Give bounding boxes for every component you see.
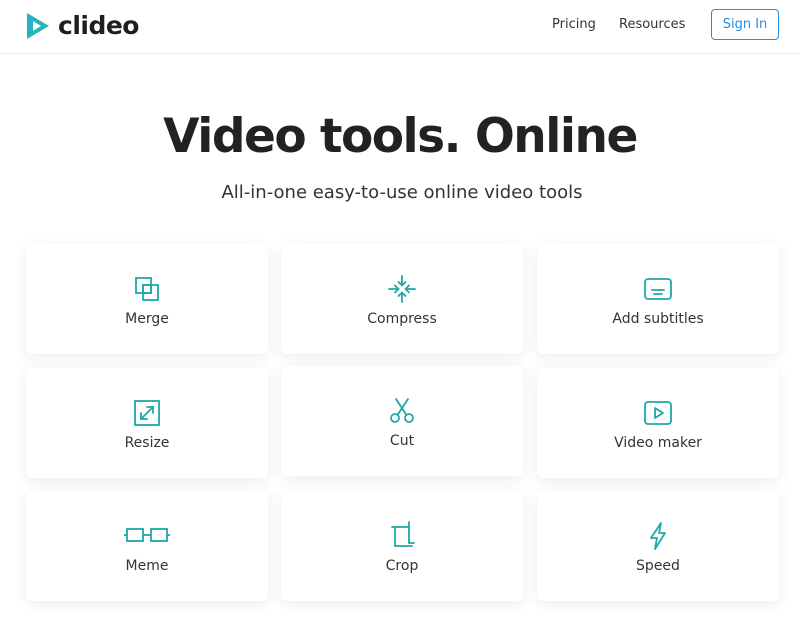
nav-pricing-link[interactable]: Pricing [552, 16, 596, 34]
tool-card-merge[interactable]: Merge [26, 244, 268, 354]
tool-label: Crop [385, 558, 419, 574]
tool-label: Resize [124, 435, 170, 451]
top-header: clideo Pricing Resources Sign In [0, 0, 800, 54]
crop-icon [387, 521, 417, 551]
tool-label: Add subtitles [612, 311, 704, 327]
nav-resources-link[interactable]: Resources [619, 16, 685, 34]
tool-card-meme[interactable]: Meme [26, 491, 268, 601]
tool-card-crop[interactable]: Crop [281, 491, 523, 601]
resize-icon [132, 398, 162, 428]
compress-icon [387, 274, 417, 304]
tool-label: Compress [367, 311, 437, 327]
lightning-icon [643, 521, 673, 551]
tool-card-video-maker[interactable]: Video maker [537, 368, 779, 478]
tool-label: Video maker [614, 435, 702, 451]
tool-label: Cut [389, 433, 415, 449]
tool-label: Speed [636, 558, 680, 574]
tool-card-speed[interactable]: Speed [537, 491, 779, 601]
tool-card-resize[interactable]: Resize [26, 368, 268, 478]
play-icon [643, 398, 673, 428]
logo-text: clideo [58, 11, 139, 40]
meme-glasses-icon [123, 521, 171, 551]
page-title: Video tools. Online [163, 109, 638, 164]
tool-label: Merge [125, 311, 169, 327]
scissors-icon [387, 396, 417, 426]
sign-in-button[interactable]: Sign In [711, 9, 779, 40]
merge-icon [132, 274, 162, 304]
tool-card-compress[interactable]: Compress [281, 244, 523, 354]
clideo-play-logo-icon [27, 13, 49, 39]
tool-label: Meme [125, 558, 169, 574]
tool-card-add-subtitles[interactable]: Add subtitles [537, 244, 779, 354]
clideo-logo[interactable]: clideo [24, 10, 139, 42]
tool-card-cut[interactable]: Cut [281, 366, 523, 476]
subtitles-icon [643, 274, 673, 304]
page-subtitle: All-in-one easy-to-use online video tool… [221, 182, 583, 203]
